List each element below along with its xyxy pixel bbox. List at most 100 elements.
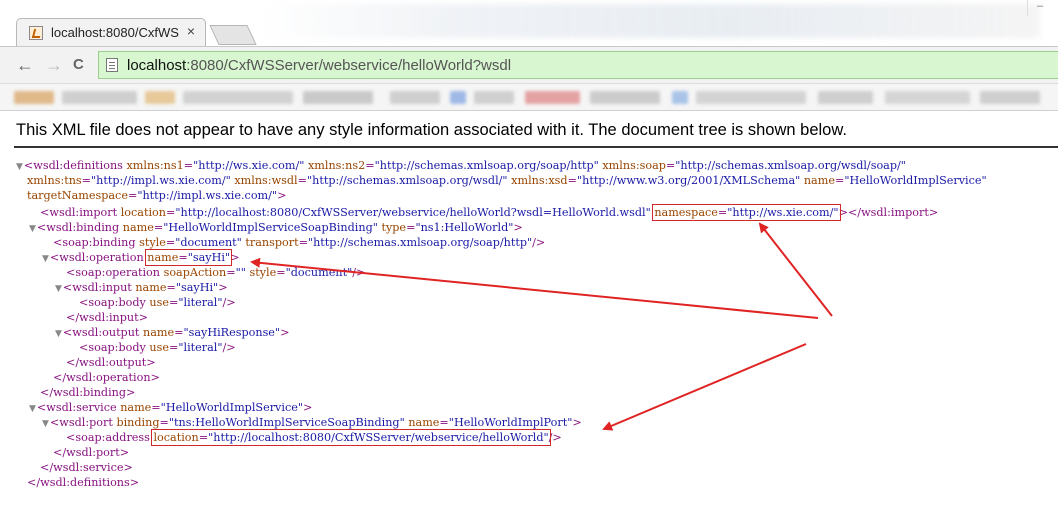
xml-attr-name: xmlns:soap bbox=[602, 159, 666, 172]
tab-close-button[interactable]: × bbox=[187, 23, 195, 39]
bookmark-item[interactable] bbox=[980, 91, 1040, 104]
highlight-address-location: location="http://localhost:8080/CxfWSSer… bbox=[151, 429, 551, 446]
xml-equals: = bbox=[276, 266, 286, 279]
xml-tag: </wsdl:input> bbox=[66, 311, 148, 324]
xml-attr-value: "HelloWorldImplPort" bbox=[448, 416, 573, 429]
minimize-button[interactable]: – bbox=[1027, 0, 1052, 16]
bookmark-item[interactable] bbox=[590, 91, 660, 104]
xml-tag: <wsdl:operation bbox=[49, 251, 144, 264]
forward-arrow-icon[interactable]: → bbox=[45, 56, 63, 74]
xml-attr-name: xmlns:xsd bbox=[511, 174, 568, 187]
xml-attr-name: soapAction bbox=[163, 266, 227, 279]
xml-attr-name: name bbox=[147, 251, 179, 264]
browser-tab[interactable]: localhost:8080/CxfWS × bbox=[16, 18, 206, 46]
xml-attr-value: "HelloWorldImplServiceSoapBinding" bbox=[163, 221, 378, 234]
xml-gt: > bbox=[572, 416, 582, 429]
xml-attr-name: targetNamespace bbox=[27, 189, 128, 202]
bookmark-item[interactable] bbox=[525, 91, 580, 104]
xml-attr-name: name bbox=[803, 174, 835, 187]
xml-attr-name: name bbox=[135, 281, 167, 294]
bookmark-item[interactable] bbox=[62, 91, 137, 104]
bookmark-item[interactable] bbox=[696, 91, 806, 104]
bookmark-item[interactable] bbox=[183, 91, 293, 104]
tab-strip: localhost:8080/CxfWS × – bbox=[0, 0, 1058, 46]
xml-tag: </wsdl:service> bbox=[40, 461, 133, 474]
xml-equals: = bbox=[151, 401, 161, 414]
xml-tag: </wsdl:binding> bbox=[40, 386, 136, 399]
xml-tag: <soap:body bbox=[79, 341, 146, 354]
xml-attr-value: "document" bbox=[285, 266, 353, 279]
new-tab-button[interactable] bbox=[209, 25, 257, 45]
back-arrow-icon[interactable]: ← bbox=[16, 56, 34, 74]
reload-icon[interactable]: C bbox=[73, 56, 84, 74]
xml-attr-value: "sayHi" bbox=[175, 281, 219, 294]
xml-attr-name: location bbox=[153, 431, 199, 444]
address-bar[interactable]: localhost:8080/CxfWSServer/webservice/he… bbox=[98, 51, 1058, 79]
collapse-triangle-icon[interactable]: ▼ bbox=[29, 404, 36, 414]
bookmarks-bar bbox=[0, 84, 1058, 111]
xml-tag: </wsdl:port> bbox=[53, 446, 130, 459]
xml-line-soap-operation: <soap:operation soapAction="" style="doc… bbox=[66, 265, 365, 280]
xml-line-operation-close: </wsdl:operation> bbox=[53, 370, 160, 385]
url-host: localhost bbox=[127, 57, 187, 74]
bookmark-item[interactable] bbox=[474, 91, 514, 104]
xml-line-binding-close: </wsdl:binding> bbox=[40, 385, 135, 400]
bookmark-item[interactable] bbox=[14, 91, 54, 104]
xml-tag: </wsdl:import> bbox=[847, 206, 939, 219]
xml-gt: /> bbox=[548, 431, 562, 444]
xml-attr-value: "http://schemas.xmlsoap.org/wsdl/" bbox=[307, 174, 508, 187]
collapse-triangle-icon[interactable]: ▼ bbox=[42, 419, 49, 429]
arrow-to-namespace bbox=[758, 222, 833, 317]
divider bbox=[14, 146, 1058, 148]
bookmark-item[interactable] bbox=[818, 91, 873, 104]
xml-line-address: <soap:address location="http://localhost… bbox=[66, 429, 562, 446]
xml-line-input-close: </wsdl:input> bbox=[66, 310, 148, 325]
xml-tag: <wsdl:port bbox=[49, 416, 113, 429]
collapse-triangle-icon[interactable]: ▼ bbox=[29, 224, 36, 234]
xml-attr-value: "http://schemas.xmlsoap.org/wsdl/soap/" bbox=[675, 159, 906, 172]
xml-gt: > bbox=[280, 326, 290, 339]
xml-attr-name: style bbox=[249, 266, 277, 279]
xml-equals: = bbox=[81, 174, 92, 187]
collapse-triangle-icon[interactable]: ▼ bbox=[55, 329, 62, 339]
xml-attr-value: "http://schemas.xmlsoap.org/soap/http" bbox=[374, 159, 599, 172]
xml-equals: = bbox=[153, 221, 164, 234]
xml-tag: </wsdl:output> bbox=[66, 356, 156, 369]
xml-attr-name: xmlns:wsdl bbox=[234, 174, 298, 187]
xml-gt: > bbox=[838, 206, 848, 219]
collapse-triangle-icon[interactable]: ▼ bbox=[42, 254, 49, 264]
xml-attr-name: location bbox=[120, 206, 166, 219]
xml-tag: <wsdl:input bbox=[62, 281, 132, 294]
xml-attr-name: name bbox=[122, 221, 154, 234]
collapse-triangle-icon[interactable]: ▼ bbox=[16, 162, 23, 172]
bookmark-item[interactable] bbox=[145, 91, 175, 104]
xml-gt: > bbox=[277, 189, 287, 202]
xml-attr-name: xmlns:tns bbox=[27, 174, 82, 187]
xml-attr-name: use bbox=[149, 341, 169, 354]
bookmark-item[interactable] bbox=[450, 91, 466, 104]
bookmark-item[interactable] bbox=[390, 91, 440, 104]
bookmark-item[interactable] bbox=[672, 91, 688, 104]
xml-equals: = bbox=[168, 341, 179, 354]
xml-tag: <wsdl:binding bbox=[36, 221, 120, 234]
xml-line-output-close: </wsdl:output> bbox=[66, 355, 156, 370]
xml-equals: = bbox=[834, 174, 845, 187]
xml-attr-name: binding bbox=[116, 416, 160, 429]
xml-gt: > bbox=[218, 281, 228, 294]
collapse-triangle-icon[interactable]: ▼ bbox=[55, 284, 62, 294]
xml-attr-name: xmlns:ns2 bbox=[307, 159, 366, 172]
xml-attr-value: "tns:HelloWorldImplServiceSoapBinding" bbox=[168, 416, 405, 429]
xml-equals: = bbox=[567, 174, 577, 187]
xml-tag: <soap:binding bbox=[53, 236, 136, 249]
xml-gt: > bbox=[230, 251, 240, 264]
url-text[interactable]: localhost:8080/CxfWSServer/webservice/he… bbox=[127, 57, 511, 74]
favicon-icon bbox=[29, 26, 43, 40]
bookmark-item[interactable] bbox=[303, 91, 373, 104]
xml-equals: = bbox=[165, 206, 176, 219]
xml-line-input-body: <soap:body use="literal"/> bbox=[79, 295, 236, 310]
xml-attr-value: "sayHi" bbox=[187, 251, 231, 264]
xml-attr-name: namespace bbox=[654, 206, 718, 219]
xml-attr-name: style bbox=[139, 236, 166, 249]
bookmark-item[interactable] bbox=[885, 91, 970, 104]
xml-equals: = bbox=[168, 296, 179, 309]
